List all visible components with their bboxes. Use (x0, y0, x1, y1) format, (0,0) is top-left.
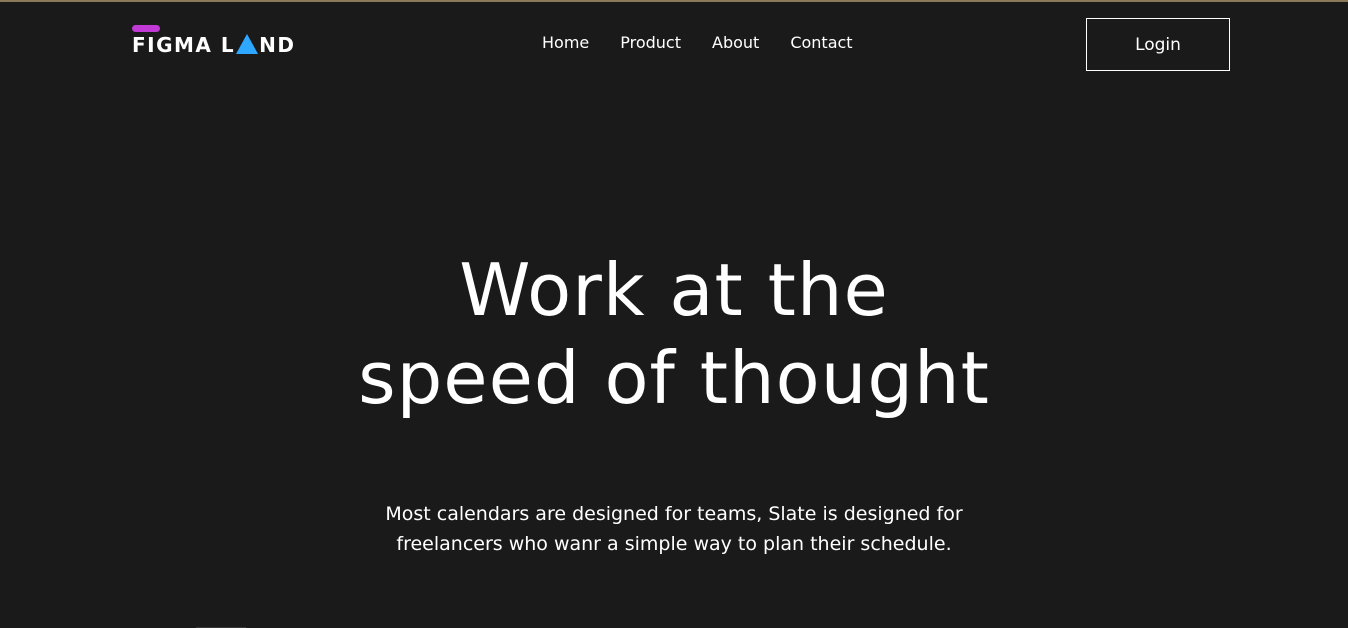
brand-logo[interactable]: FIGMA L ND (132, 24, 302, 58)
hero-title-line-2: speed of thought (358, 336, 990, 420)
logo-wordmark: FIGMA L ND (132, 33, 295, 57)
landing-page: FIGMA L ND Home Product About Contact Log… (0, 0, 1348, 628)
nav-link-contact[interactable]: Contact (790, 32, 852, 54)
hero-subtitle: Most calendars are designed for teams, S… (0, 499, 1348, 559)
logo-accent-bar (132, 25, 160, 32)
nav-link-about[interactable]: About (712, 32, 759, 54)
logo-text-part1: FIGMA L (132, 33, 236, 57)
hero-subtitle-line-2: freelancers who wanr a simple way to pla… (396, 533, 952, 555)
logo-text-part2: ND (259, 33, 296, 57)
logo-triangle-icon (236, 34, 259, 54)
hero-title-line-1: Work at the (459, 248, 889, 332)
nav-link-home[interactable]: Home (542, 32, 589, 54)
login-button[interactable]: Login (1086, 18, 1230, 71)
main-nav: Home Product About Contact (542, 32, 853, 54)
nav-link-product[interactable]: Product (620, 32, 681, 54)
hero-title: Work at the speed of thought (0, 246, 1348, 422)
hero-subtitle-line-1: Most calendars are designed for teams, S… (385, 503, 963, 525)
